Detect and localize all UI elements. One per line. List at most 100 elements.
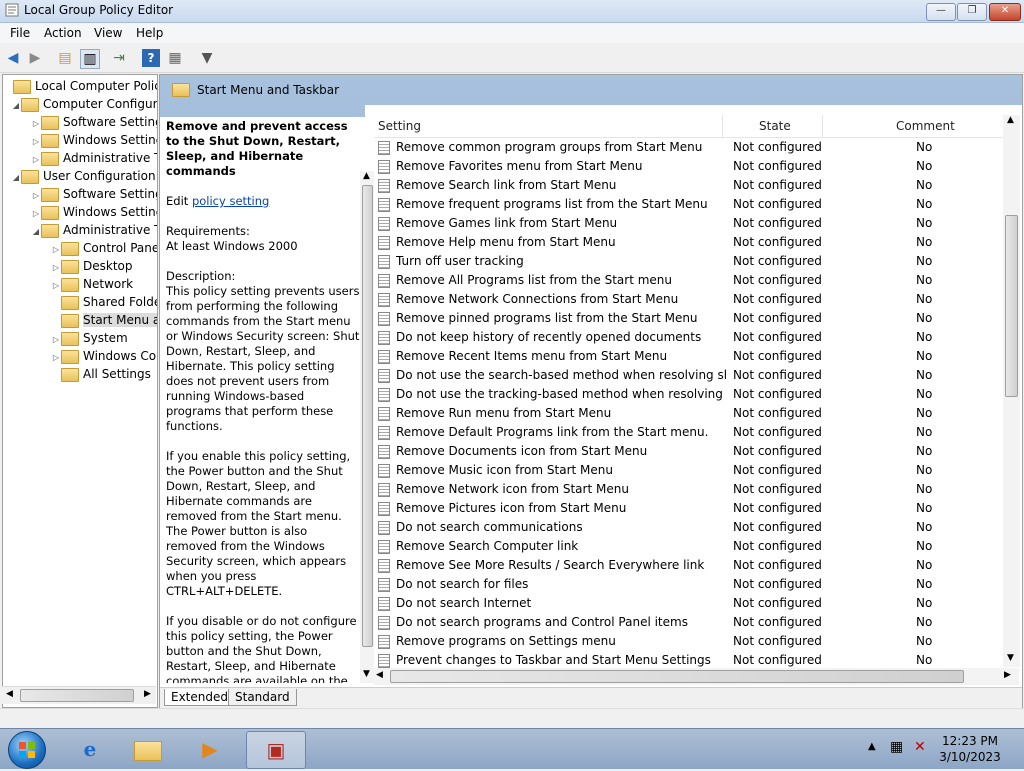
table-row[interactable]: Remove frequent programs list from the S… <box>374 195 1004 214</box>
navigation-tree[interactable]: Local Computer Policy ◢ Computer Configura… <box>2 74 158 708</box>
scroll-thumb[interactable] <box>20 689 134 702</box>
tab-standard[interactable]: Standard <box>228 689 297 706</box>
column-state[interactable]: State <box>759 119 791 133</box>
tree-item[interactable]: ▷Software Settings <box>31 185 157 203</box>
table-row[interactable]: Remove Search Computer link Not configure… <box>374 537 1004 556</box>
table-row[interactable]: Remove Games link from Start Menu Not con… <box>374 214 1004 233</box>
tree-item[interactable]: ▷Windows Settings <box>31 203 157 221</box>
column-divider[interactable] <box>722 115 723 137</box>
tree-item[interactable]: ▷ Control Panel <box>51 239 157 257</box>
back-arrow-icon[interactable]: ◀ <box>4 49 22 67</box>
minimize-button[interactable]: — <box>926 3 956 21</box>
table-row[interactable]: Remove Network Connections from Start Me… <box>374 290 1004 309</box>
group-policy-taskbar-button[interactable]: ▣ <box>246 731 306 769</box>
table-row[interactable]: Do not search Internet Not configured No <box>374 594 1004 613</box>
table-row[interactable]: Remove Run menu from Start Menu Not confi… <box>374 404 1004 423</box>
forward-arrow-icon[interactable]: ▶ <box>26 49 44 67</box>
column-divider[interactable] <box>822 115 823 137</box>
up-folder-icon[interactable]: ▤ <box>56 49 74 67</box>
tree-item[interactable]: All Settings <box>51 365 151 383</box>
table-row[interactable]: Do not use the tracking-based method whe… <box>374 385 1004 404</box>
tree-item[interactable]: ▷Administrative Templates <box>31 149 157 167</box>
tree-item[interactable]: ◢ Computer Configuration <box>11 95 157 115</box>
network-icon[interactable]: ▦ <box>890 739 903 755</box>
scroll-thumb[interactable] <box>390 670 964 683</box>
tree-item[interactable]: ◢ User Configuration <box>11 167 156 185</box>
show-hidden-icons-icon[interactable]: ▲ <box>868 741 876 752</box>
table-row[interactable]: Remove All Programs list from the Start … <box>374 271 1004 290</box>
internet-explorer-icon[interactable]: e <box>62 731 118 767</box>
scroll-left-icon[interactable]: ◀ <box>6 689 13 699</box>
scroll-down-icon[interactable]: ▼ <box>363 669 370 679</box>
description-scrollbar[interactable]: ▲ ▼ <box>360 171 375 683</box>
table-row[interactable]: Remove Music icon from Start Menu Not con… <box>374 461 1004 480</box>
table-row[interactable]: Do not keep history of recently opened d… <box>374 328 1004 347</box>
policy-setting-link[interactable]: policy setting <box>192 194 269 208</box>
tree-item[interactable]: ▷Windows Components <box>51 347 157 365</box>
expand-toggle-icon[interactable]: ◢ <box>11 97 21 115</box>
menu-help[interactable]: Help <box>136 26 163 40</box>
category-header: Start Menu and Taskbar <box>160 75 1022 105</box>
table-row[interactable]: Remove Default Programs link from the St… <box>374 423 1004 442</box>
scroll-right-icon[interactable]: ▶ <box>1004 670 1011 680</box>
volume-muted-icon[interactable]: ✕ <box>914 739 926 755</box>
menu-view[interactable]: View <box>94 26 122 40</box>
close-button[interactable]: ✕ <box>989 3 1021 21</box>
tree-item[interactable]: ▷ System <box>51 329 128 347</box>
table-row[interactable]: Remove Recent Items menu from Start Menu… <box>374 347 1004 366</box>
scroll-right-icon[interactable]: ▶ <box>144 689 151 699</box>
tree-horizontal-scrollbar[interactable]: ◀ ▶ <box>2 686 156 704</box>
cell-state: Not configured <box>733 140 822 154</box>
tree-item[interactable]: ▷Windows Settings <box>31 131 157 149</box>
table-row[interactable]: Remove Network icon from Start Menu Not c… <box>374 480 1004 499</box>
tree-item[interactable]: Shared Folders <box>51 293 157 311</box>
file-explorer-icon[interactable] <box>122 731 178 767</box>
column-setting[interactable]: Setting <box>378 119 421 133</box>
scroll-thumb[interactable] <box>362 185 373 647</box>
start-button[interactable] <box>8 731 46 769</box>
table-row[interactable]: Do not search for files Not configured No <box>374 575 1004 594</box>
media-player-icon[interactable]: ▶ <box>182 731 238 767</box>
table-row[interactable]: Turn off user tracking Not configured No <box>374 252 1004 271</box>
table-row[interactable]: Remove Search link from Start Menu Not co… <box>374 176 1004 195</box>
table-row[interactable]: Remove pinned programs list from the Sta… <box>374 309 1004 328</box>
table-row[interactable]: Remove Documents icon from Start Menu Not… <box>374 442 1004 461</box>
table-row[interactable]: Do not use the search-based method when … <box>374 366 1004 385</box>
properties-icon[interactable]: ▦ <box>166 49 184 67</box>
tree-item[interactable]: Local Computer Policy <box>3 77 157 95</box>
tree-item[interactable]: ▷Software Settings <box>31 113 157 131</box>
menu-action[interactable]: Action <box>44 26 82 40</box>
scroll-thumb[interactable] <box>1005 215 1018 397</box>
scroll-down-icon[interactable]: ▼ <box>1007 653 1014 663</box>
scroll-up-icon[interactable]: ▲ <box>363 171 370 181</box>
maximize-button[interactable]: ❐ <box>957 3 987 21</box>
column-comment[interactable]: Comment <box>896 119 955 133</box>
system-clock[interactable]: 12:23 PM 3/10/2023 <box>930 733 1010 765</box>
expand-toggle-icon[interactable]: ◢ <box>31 223 41 241</box>
scroll-up-icon[interactable]: ▲ <box>1007 115 1014 125</box>
tab-extended[interactable]: Extended <box>164 689 235 706</box>
table-row[interactable]: Remove Help menu from Start Menu Not conf… <box>374 233 1004 252</box>
list-horizontal-scrollbar[interactable]: ◀ ▶ <box>374 668 1019 685</box>
filter-icon[interactable]: ▼ <box>198 49 216 67</box>
table-row[interactable]: Remove Pictures icon from Start Menu Not … <box>374 499 1004 518</box>
table-row[interactable]: Remove See More Results / Search Everywh… <box>374 556 1004 575</box>
scroll-left-icon[interactable]: ◀ <box>376 670 383 680</box>
table-row[interactable]: Remove Favorites menu from Start Menu Not… <box>374 157 1004 176</box>
table-row[interactable]: Remove common program groups from Start … <box>374 138 1004 157</box>
tree-item[interactable]: ◢ Administrative Templates <box>31 221 157 241</box>
tree-item[interactable]: Start Menu and Taskbar <box>51 311 157 329</box>
export-list-icon[interactable]: ⇥ <box>110 49 128 67</box>
menu-file[interactable]: File <box>10 26 30 40</box>
list-vertical-scrollbar[interactable]: ▲ ▼ <box>1003 115 1020 667</box>
policy-setting-icon <box>378 654 390 668</box>
expand-toggle-icon[interactable]: ◢ <box>11 169 21 187</box>
table-row[interactable]: Do not search communications Not configur… <box>374 518 1004 537</box>
help-icon[interactable]: ? <box>142 49 160 67</box>
show-hide-tree-icon[interactable]: ▥ <box>80 49 100 69</box>
table-row[interactable]: Do not search programs and Control Panel… <box>374 613 1004 632</box>
tree-item[interactable]: ▷ Network <box>51 275 133 293</box>
title-bar: Local Group Policy Editor — ❐ ✕ <box>0 0 1024 23</box>
table-row[interactable]: Remove programs on Settings menu Not conf… <box>374 632 1004 651</box>
tree-item[interactable]: ▷ Desktop <box>51 257 133 275</box>
